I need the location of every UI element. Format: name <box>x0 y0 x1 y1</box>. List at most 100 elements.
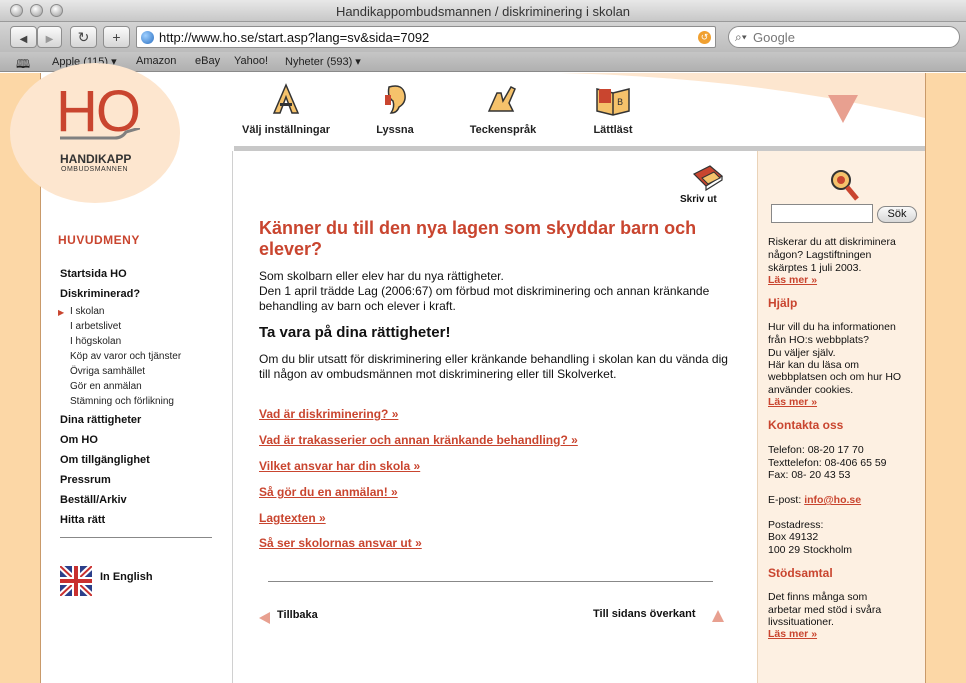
search-placeholder: Google <box>753 30 795 45</box>
help-text-6: använder cookies. <box>768 384 854 396</box>
logo-name: HANDIKAPP <box>60 152 132 166</box>
google-search-input[interactable]: ⌕▾ Google <box>728 26 960 48</box>
printer-icon[interactable] <box>688 162 724 192</box>
risk-text-3: skärptes 1 juli 2003. <box>768 262 862 274</box>
link-skolornas-ansvar[interactable]: Så ser skolornas ansvar ut » <box>259 536 422 550</box>
intro-line-1: Som skolbarn eller elev har du nya rätti… <box>259 269 504 283</box>
help-text-1: Hur vill du ha informationen <box>768 321 896 333</box>
nav-stamning[interactable]: Stämning och förlikning <box>70 396 174 407</box>
window-title: Handikappombudsmannen / diskriminering i… <box>335 4 631 19</box>
top-of-page-link[interactable]: Till sidans överkant <box>593 608 696 620</box>
help-text-2: från HO:s webbplats? <box>768 334 869 346</box>
current-page-arrow-icon: ▶ <box>58 308 65 317</box>
read-more-link-2[interactable]: Läs mer » <box>768 396 817 408</box>
tool-sign-language[interactable]: Teckenspråk <box>466 81 540 136</box>
tool-sign-language-label: Teckenspråk <box>469 124 537 136</box>
contact-textphone: Texttelefon: 08-406 65 59 <box>768 457 887 469</box>
link-vad-ar-diskriminering[interactable]: Vad är diskriminering? » <box>259 407 398 421</box>
nav-i-hogskolan[interactable]: I högskolan <box>70 336 121 347</box>
logo-swoosh-icon <box>60 128 140 140</box>
help-text-4: Här kan du läsa om <box>768 359 860 371</box>
page-title: Känner du till den nya lagen som skyddar… <box>259 218 697 259</box>
column-divider <box>232 151 233 683</box>
print-button[interactable]: Skriv ut <box>680 194 717 205</box>
svg-text:B: B <box>617 98 623 108</box>
logo-subtitle: OMBUDSMANNEN <box>61 166 129 173</box>
back-arrow-icon: ◀ <box>19 34 28 45</box>
up-arrow-icon[interactable] <box>712 610 724 622</box>
read-more-link-3[interactable]: Läs mer » <box>768 628 817 640</box>
nav-kop-av-varor[interactable]: Köp av varor och tjänster <box>70 351 181 362</box>
english-link[interactable]: In English <box>100 571 153 583</box>
intro-text: Som skolbarn eller elev har du nya rätti… <box>259 269 729 314</box>
contact-email-row: E-post: info@ho.se <box>768 494 918 507</box>
back-arrow-icon[interactable] <box>259 612 270 624</box>
link-vad-ar-trakasserier[interactable]: Vad är trakasserier och annan kränkande … <box>259 433 578 447</box>
link-vilket-ansvar[interactable]: Vilket ansvar har din skola » <box>259 459 420 473</box>
address-text: http://www.ho.se/start.asp?lang=sv&sida=… <box>159 30 430 45</box>
title-bar: Handikappombudsmannen / diskriminering i… <box>0 0 966 22</box>
nav-gor-en-anmalan[interactable]: Gör en anmälan <box>70 381 142 392</box>
snapback-icon[interactable]: ↺ <box>698 31 711 44</box>
tool-settings[interactable]: Välj inställningar <box>236 81 336 136</box>
letter-a-icon <box>272 83 300 114</box>
nav-dina-rattigheter[interactable]: Dina rättigheter <box>60 414 141 426</box>
ear-icon <box>385 85 406 114</box>
risk-text-1: Riskerar du att diskriminera <box>768 236 896 248</box>
contact-heading: Kontakta oss <box>768 418 844 432</box>
back-link[interactable]: Tillbaka <box>277 609 318 621</box>
tool-easy-read[interactable]: B Lättläst <box>588 81 638 136</box>
search-button[interactable]: Sök <box>877 206 917 223</box>
globe-icon <box>141 31 154 44</box>
tool-listen-label: Lyssna <box>376 124 414 136</box>
back-button[interactable]: ◀ <box>10 26 37 48</box>
web-page: HO HANDIKAPP OMBUDSMANNEN Välj inställni… <box>0 63 966 683</box>
open-book-icon: B <box>596 88 630 116</box>
post-label: Postadress: <box>768 519 824 531</box>
read-more-link-1[interactable]: Läs mer » <box>768 274 817 286</box>
tool-settings-label: Välj inställningar <box>241 124 331 136</box>
bookmark-nyheter[interactable]: Nyheter (593) ▾ <box>285 55 361 68</box>
address-bar[interactable]: http://www.ho.se/start.asp?lang=sv&sida=… <box>136 26 716 48</box>
right-margin <box>925 73 966 683</box>
add-bookmark-button[interactable]: + <box>103 26 130 48</box>
plus-icon: + <box>112 29 121 45</box>
help-heading: Hjälp <box>768 296 798 310</box>
bookmark-yahoo[interactable]: Yahoo! <box>234 55 268 67</box>
content-divider <box>268 581 713 582</box>
nav-startsida[interactable]: Startsida HO <box>60 268 127 280</box>
forward-button[interactable]: ▶ <box>37 26 62 48</box>
contact-phone: Telefon: 08-20 17 70 <box>768 444 864 456</box>
tool-listen[interactable]: Lyssna <box>370 81 420 136</box>
nav-om-ho[interactable]: Om HO <box>60 434 98 446</box>
nav-divider <box>60 537 212 538</box>
nav-om-tillganglighet[interactable]: Om tillgänglighet <box>60 454 150 466</box>
uk-flag-icon[interactable] <box>60 566 92 596</box>
tool-easy-read-label: Lättläst <box>593 124 633 136</box>
risk-text-2: någon? Lagstiftningen <box>768 249 872 261</box>
link-lagtexten[interactable]: Lagtexten » <box>259 511 326 525</box>
link-sa-gor-du-en-anmalan[interactable]: Så gör du en anmälan! » <box>259 485 398 499</box>
browser-toolbar: ◀ ▶ ↻ + http://www.ho.se/start.asp?lang=… <box>0 22 966 52</box>
email-link[interactable]: info@ho.se <box>804 494 861 506</box>
reload-icon: ↻ <box>77 29 90 45</box>
section-heading: Ta vara på dina rättigheter! <box>259 324 451 341</box>
site-search-input[interactable] <box>771 204 873 223</box>
post-box: Box 49132 <box>768 531 819 543</box>
nav-diskriminerad[interactable]: Diskriminerad? <box>60 288 140 300</box>
reload-button[interactable]: ↻ <box>70 26 97 48</box>
contact-fax: Fax: 08- 20 43 53 <box>768 469 851 481</box>
support-heading: Stödsamtal <box>768 566 833 580</box>
nav-i-arbetslivet[interactable]: I arbetslivet <box>70 321 121 332</box>
bookmark-ebay[interactable]: eBay <box>195 55 220 67</box>
magnifier-icon: ⌕▾ <box>735 30 747 44</box>
nav-pressrum[interactable]: Pressrum <box>60 474 111 486</box>
help-text-5: webbplatsen och om hur HO <box>768 371 902 383</box>
nav-bestall-arkiv[interactable]: Beställ/Arkiv <box>60 494 127 506</box>
hands-icon <box>487 86 516 112</box>
nav-ovriga-samhallet[interactable]: Övriga samhället <box>70 366 145 377</box>
forward-arrow-icon: ▶ <box>45 34 54 45</box>
bookmark-amazon[interactable]: Amazon <box>136 55 176 67</box>
nav-i-skolan[interactable]: I skolan <box>70 306 104 317</box>
nav-hitta-ratt[interactable]: Hitta rätt <box>60 514 105 526</box>
